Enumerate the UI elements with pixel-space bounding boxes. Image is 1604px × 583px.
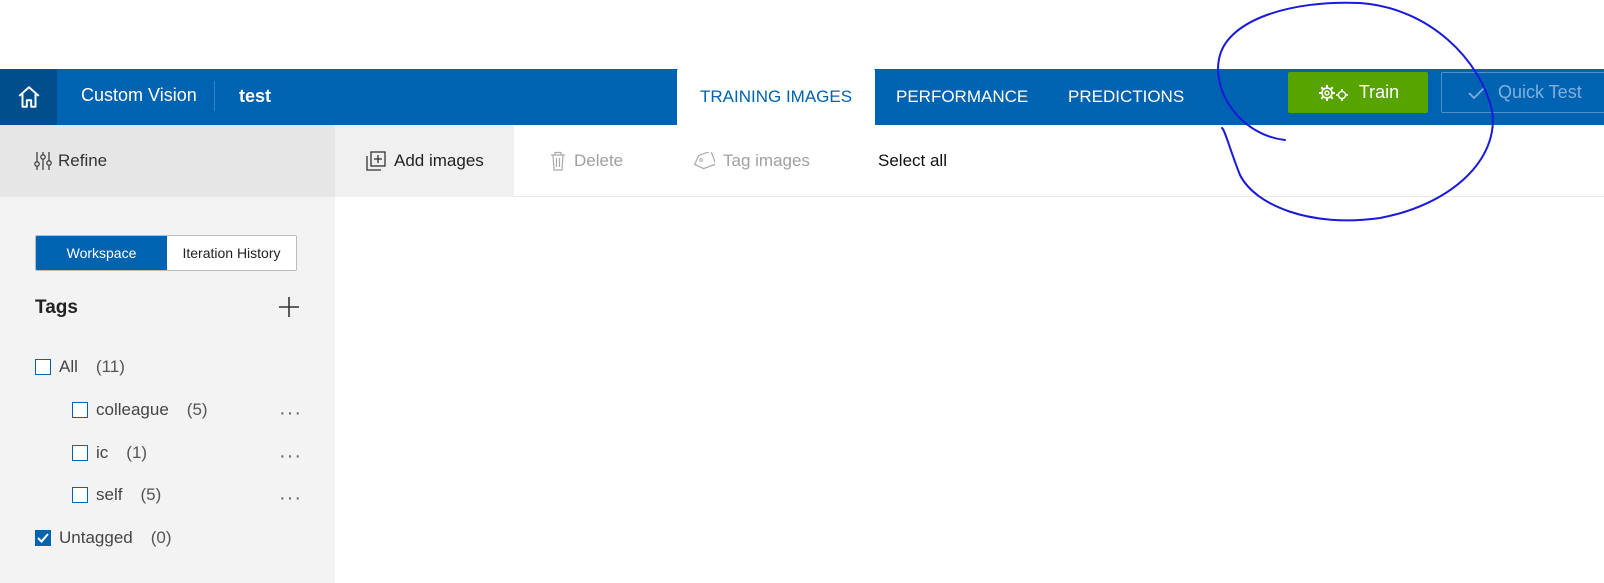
tag-item-ic[interactable]: ic (1) [72,443,147,463]
more-icon[interactable]: ··· [279,403,302,423]
home-icon [18,86,39,108]
check-icon [37,533,49,543]
tag-item-self[interactable]: self (5) [72,485,161,505]
check-icon [1468,85,1486,99]
checkbox[interactable] [72,402,88,418]
checkbox[interactable] [35,359,51,375]
more-icon[interactable]: ··· [279,446,302,466]
tab-performance[interactable]: PERFORMANCE [896,69,1028,125]
checkbox[interactable] [35,530,51,546]
sidebar: Refine Workspace Iteration History Tags … [0,125,335,583]
project-name[interactable]: test [239,69,271,125]
add-images-label: Add images [394,151,484,170]
delete-button[interactable]: Delete [550,125,623,197]
iteration-history-toggle[interactable]: Iteration History [167,236,296,270]
tag-count: (5) [140,485,162,504]
tag-item-colleague[interactable]: colleague (5) [72,400,208,420]
quick-test-button[interactable]: Quick Test [1441,72,1604,113]
tag-name: ic [96,443,109,462]
train-button[interactable]: Train [1288,72,1428,113]
tag-name: self [96,485,123,504]
image-toolbar: Add images Delete Tag images Select all [335,125,1604,197]
tag-count: (11) [95,357,125,376]
delete-label: Delete [574,151,624,170]
home-button[interactable] [0,69,57,125]
select-all-button[interactable]: Select all [878,125,947,197]
app-name[interactable]: Custom Vision [81,69,197,125]
view-toggle: Workspace Iteration History [35,235,297,271]
refine-label: Refine [58,151,108,170]
tag-images-label: Tag images [723,151,810,170]
plus-icon[interactable] [277,295,301,319]
train-label: Train [1358,82,1400,102]
gear-icon [1318,84,1348,101]
tab-predictions[interactable]: PREDICTIONS [1068,69,1184,125]
tag-name: All [59,357,78,376]
tags-heading: Tags [35,297,78,318]
tag-count: (1) [126,443,148,462]
tag-name: colleague [96,400,169,419]
trash-icon [551,151,565,171]
add-images-icon [366,151,386,171]
checkbox[interactable] [72,445,88,461]
tag-item-untagged[interactable]: Untagged (0) [35,528,172,548]
more-icon[interactable]: ··· [279,488,302,508]
tag-count: (0) [150,528,172,547]
quick-test-label: Quick Test [1498,82,1582,102]
tag-name: Untagged [59,528,133,547]
tag-icon [693,152,715,170]
refine-sliders-icon [34,152,52,170]
tag-count: (5) [186,400,208,419]
workspace-toggle[interactable]: Workspace [36,236,167,270]
top-navigation-bar: Custom Vision test TRAINING IMAGES PERFO… [0,69,1604,125]
tab-training-images[interactable]: TRAINING IMAGES [677,69,876,125]
refine-button[interactable]: Refine [0,125,335,197]
add-images-button[interactable]: Add images [335,125,514,197]
tag-images-button[interactable]: Tag images [693,125,810,197]
header-divider [214,81,215,111]
checkbox[interactable] [72,487,88,503]
tag-item-all[interactable]: All (11) [35,357,125,377]
